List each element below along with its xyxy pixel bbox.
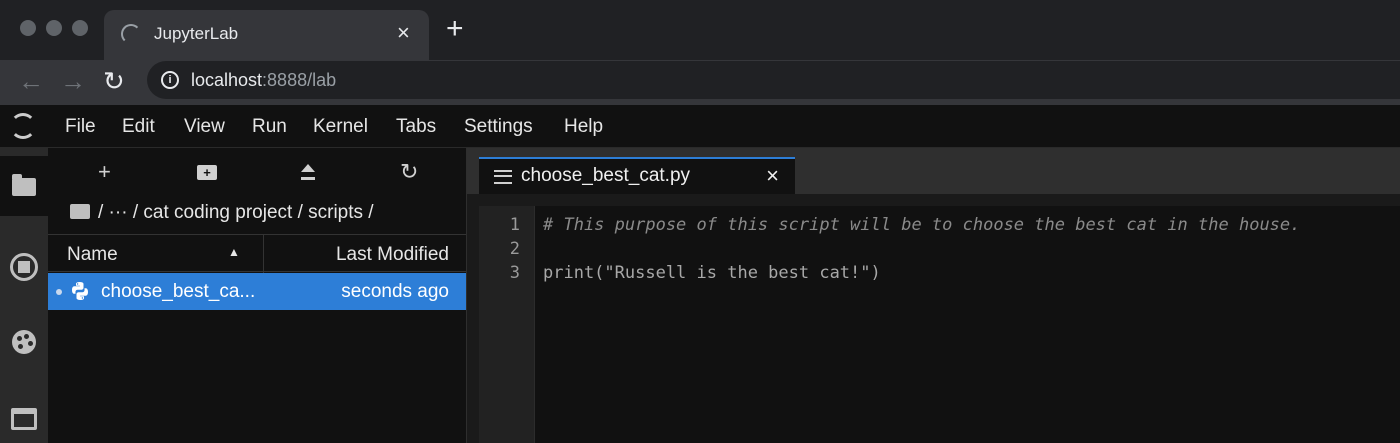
menu-file[interactable]: File <box>65 116 96 138</box>
menu-tabs[interactable]: Tabs <box>396 116 436 138</box>
new-folder-button[interactable]: + <box>197 165 217 180</box>
browser-tab[interactable]: JupyterLab × <box>104 10 429 60</box>
home-folder-icon[interactable] <box>70 204 90 219</box>
line-number-gutter: 1 2 3 <box>479 206 535 443</box>
palette-icon <box>12 330 36 354</box>
document-tab-bar: choose_best_cat.py × <box>467 148 1400 194</box>
text-file-icon <box>494 170 512 184</box>
tab-choose-best-cat[interactable]: choose_best_cat.py × <box>479 157 795 194</box>
new-launcher-button[interactable]: + <box>98 160 111 184</box>
upload-icon[interactable] <box>301 164 315 182</box>
close-window-button[interactable] <box>20 20 36 36</box>
browser-tab-bar: JupyterLab × + <box>0 0 1400 60</box>
breadcrumb-path[interactable]: / ··· / cat coding project / scripts / <box>98 202 374 223</box>
browser-tab-title: JupyterLab <box>154 24 239 43</box>
menu-kernel[interactable]: Kernel <box>313 116 368 138</box>
url-host: localhost <box>191 70 263 90</box>
line-number: 2 <box>509 239 520 259</box>
minimize-window-button[interactable] <box>46 20 62 36</box>
new-tab-button[interactable]: + <box>446 14 464 44</box>
url-text: localhost:8888/lab <box>191 70 336 91</box>
menubar: File Edit View Run Kernel Tabs Settings … <box>0 105 1400 148</box>
code-line[interactable]: # This purpose of this script will be to… <box>543 215 1300 235</box>
main-area: choose_best_cat.py × 1 2 3 # This purpos… <box>467 148 1400 443</box>
column-divider[interactable] <box>263 235 264 273</box>
open-tabs-tab[interactable] <box>0 392 48 443</box>
file-list-header: Name ▲ Last Modified <box>48 234 466 273</box>
python-file-icon <box>72 282 88 300</box>
menu-run[interactable]: Run <box>252 116 287 138</box>
jupyter-logo-icon <box>10 113 36 139</box>
address-bar: ← → ↻ i localhost:8888/lab <box>0 60 1400 105</box>
running-sessions-tab[interactable] <box>0 238 48 298</box>
folder-icon <box>12 174 36 196</box>
file-browser-tab[interactable] <box>0 156 48 216</box>
list-item[interactable]: choose_best_ca... seconds ago <box>48 273 466 310</box>
commands-tab[interactable] <box>0 314 48 374</box>
menu-help[interactable]: Help <box>564 116 603 138</box>
tabs-icon <box>11 408 37 430</box>
file-running-indicator <box>56 289 62 295</box>
refresh-button[interactable]: ↻ <box>400 160 418 184</box>
file-modified: seconds ago <box>341 281 449 302</box>
code-line[interactable]: print("Russell is the best cat!") <box>543 263 881 283</box>
breadcrumb[interactable]: / ··· / cat coding project / scripts / <box>70 202 374 224</box>
file-name: choose_best_ca... <box>101 281 256 302</box>
running-icon <box>10 253 38 281</box>
site-info-icon[interactable]: i <box>161 71 179 89</box>
last-modified-column-header[interactable]: Last Modified <box>336 244 449 266</box>
close-tab-icon[interactable]: × <box>397 20 410 46</box>
name-column-header[interactable]: Name <box>67 244 118 266</box>
url-input[interactable]: i localhost:8888/lab <box>147 61 1400 99</box>
url-path: :8888/lab <box>262 70 337 90</box>
activity-sidebar <box>0 148 48 443</box>
reload-icon[interactable]: ↻ <box>103 66 125 96</box>
close-icon[interactable]: × <box>766 163 779 189</box>
back-icon[interactable]: ← <box>18 66 44 96</box>
file-browser: + + ↻ / ··· / cat coding project / scrip… <box>48 148 467 443</box>
sort-ascending-icon[interactable]: ▲ <box>228 245 240 259</box>
forward-icon[interactable]: → <box>60 66 86 96</box>
menu-view[interactable]: View <box>184 116 225 138</box>
menu-settings[interactable]: Settings <box>464 116 533 138</box>
code-editor[interactable]: 1 2 3 # This purpose of this script will… <box>479 206 1400 443</box>
line-number: 3 <box>509 263 520 283</box>
menu-edit[interactable]: Edit <box>122 116 155 138</box>
maximize-window-button[interactable] <box>72 20 88 36</box>
line-number: 1 <box>509 215 520 235</box>
loading-spinner-icon <box>121 24 141 44</box>
tab-label: choose_best_cat.py <box>521 165 691 186</box>
